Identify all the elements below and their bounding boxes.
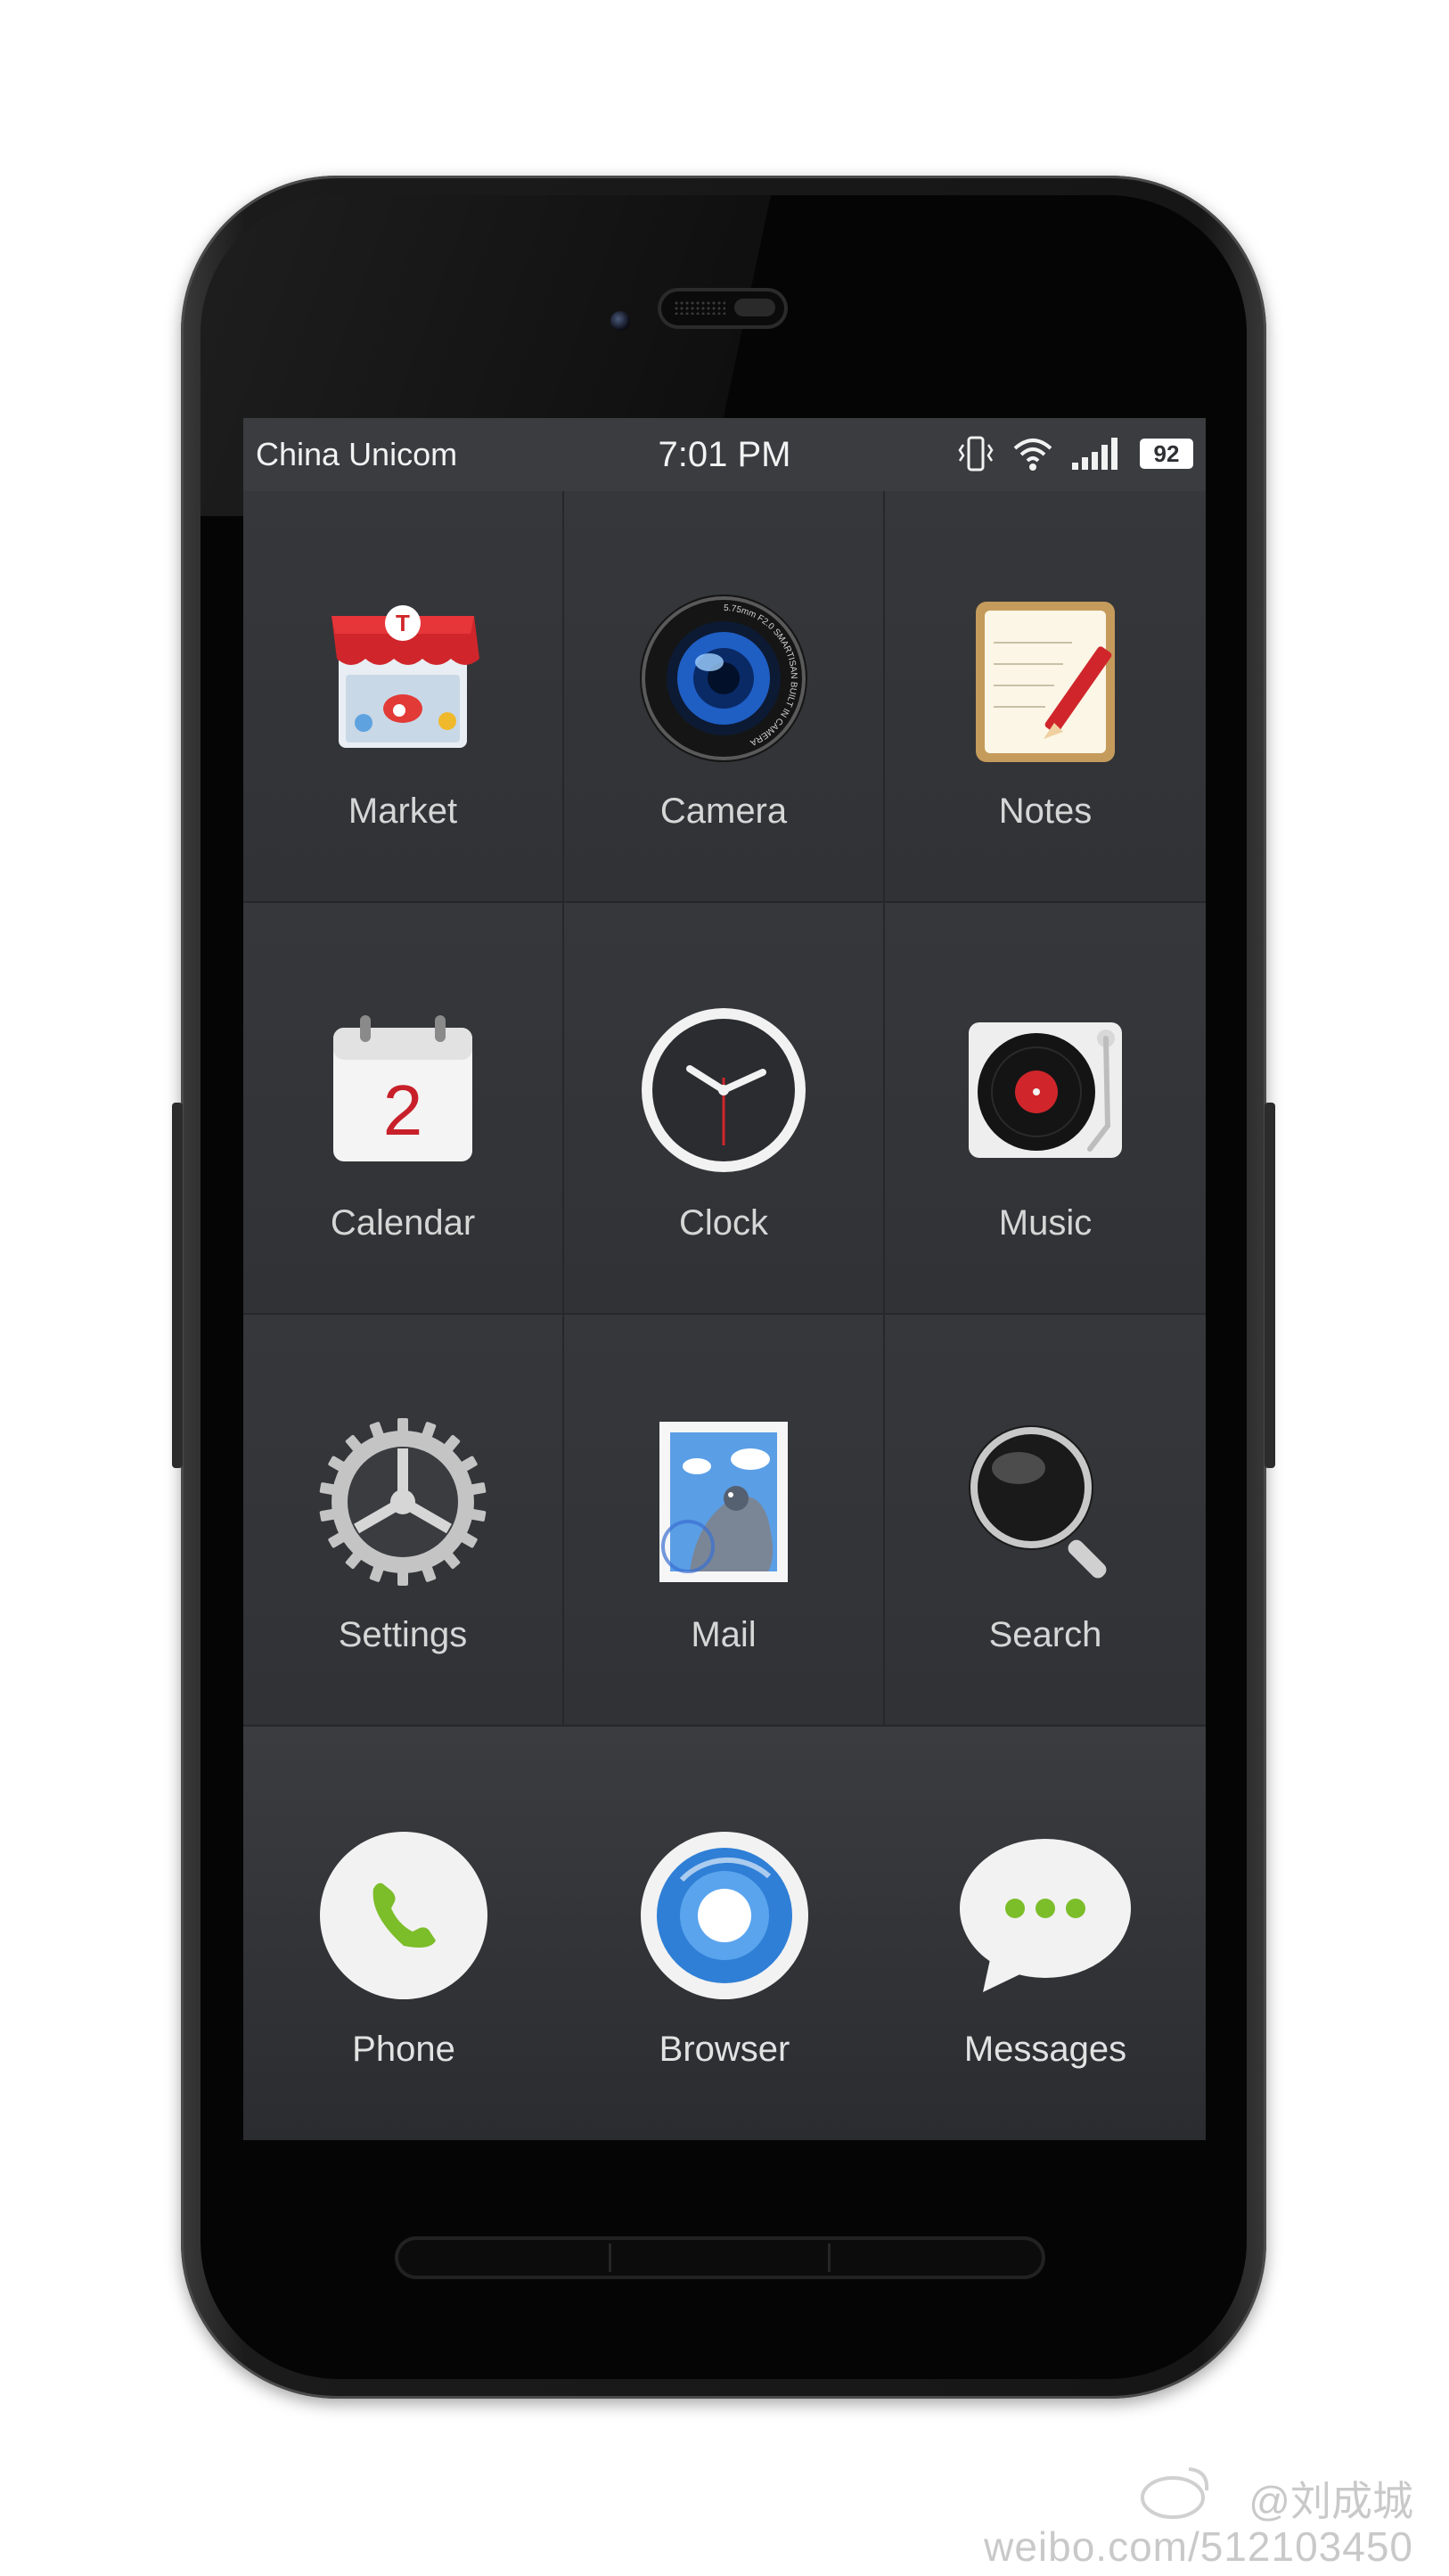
app-label-messages: Messages	[963, 2030, 1127, 2069]
speaker-grill	[674, 300, 725, 315]
right-power-button	[1265, 1103, 1275, 1468]
watermark-url: weibo.com/512103450	[984, 2523, 1413, 2570]
app-phone[interactable]: Phone	[243, 1727, 564, 2140]
phone-frame: China Unicom 7:01 PM 92 T Market 5.75mm …	[172, 176, 1275, 2399]
watermark-handle: @刘成城	[1248, 2478, 1413, 2524]
app-label-music: Music	[998, 1203, 1093, 1243]
market-badge-letter: T	[396, 610, 410, 636]
notes-icon	[956, 589, 1134, 767]
app-messages[interactable]: Messages	[885, 1727, 1206, 2140]
home-screen: China Unicom 7:01 PM 92 T Market 5.75mm …	[243, 418, 1206, 2140]
vibrate-icon	[958, 436, 994, 472]
battery-icon: 92	[1140, 439, 1193, 469]
front-camera	[610, 311, 630, 331]
home-button[interactable]	[395, 2236, 1045, 2279]
clock-icon	[634, 1001, 813, 1179]
signal-icon	[1072, 438, 1117, 470]
phone-front: China Unicom 7:01 PM 92 T Market 5.75mm …	[201, 195, 1247, 2379]
mail-icon	[634, 1413, 813, 1591]
app-label-calendar: Calendar	[330, 1203, 476, 1243]
app-label-settings: Settings	[338, 1615, 468, 1654]
dock: Phone Browser Messages	[243, 1727, 1206, 2140]
app-clock[interactable]: Clock	[564, 903, 885, 1315]
music-icon	[956, 1001, 1134, 1179]
app-settings[interactable]: Settings	[243, 1315, 564, 1727]
earpiece	[658, 288, 788, 329]
app-label-mail: Mail	[691, 1615, 757, 1654]
app-label-phone: Phone	[352, 2030, 455, 2069]
browser-icon	[635, 1826, 814, 2005]
phone-icon	[315, 1826, 493, 2005]
calendar-icon: 2	[314, 1001, 492, 1179]
app-music[interactable]: Music	[885, 903, 1206, 1315]
app-label-market: Market	[348, 792, 458, 831]
left-volume-button	[172, 1103, 183, 1468]
messages-icon	[956, 1826, 1134, 2005]
app-label-browser: Browser	[659, 2030, 790, 2069]
app-market[interactable]: T Market	[243, 491, 564, 903]
app-browser[interactable]: Browser	[564, 1727, 885, 2140]
app-label-clock: Clock	[678, 1203, 769, 1243]
app-camera[interactable]: 5.75mm F2.0 SMARTISAN BUILT IN CAMERA Ca…	[564, 491, 885, 903]
status-icons: 92	[956, 434, 1193, 473]
app-notes[interactable]: Notes	[885, 491, 1206, 903]
proximity-sensor	[734, 299, 775, 316]
app-label-notes: Notes	[998, 792, 1093, 831]
app-label-search: Search	[988, 1615, 1102, 1654]
status-bar: China Unicom 7:01 PM 92	[243, 418, 1206, 491]
market-icon: T	[314, 589, 492, 767]
app-mail[interactable]: Mail	[564, 1315, 885, 1727]
search-icon	[956, 1413, 1134, 1591]
settings-icon	[314, 1413, 492, 1591]
wifi-icon	[1013, 439, 1052, 471]
app-search[interactable]: Search	[885, 1315, 1206, 1727]
app-label-camera: Camera	[659, 792, 788, 831]
app-calendar[interactable]: 2 Calendar	[243, 903, 564, 1315]
app-grid: T Market 5.75mm F2.0 SMARTISAN BUILT IN …	[243, 491, 1206, 1727]
camera-icon: 5.75mm F2.0 SMARTISAN BUILT IN CAMERA	[634, 589, 813, 767]
calendar-day: 2	[383, 1071, 423, 1150]
weibo-logo-icon	[1141, 2467, 1209, 2519]
